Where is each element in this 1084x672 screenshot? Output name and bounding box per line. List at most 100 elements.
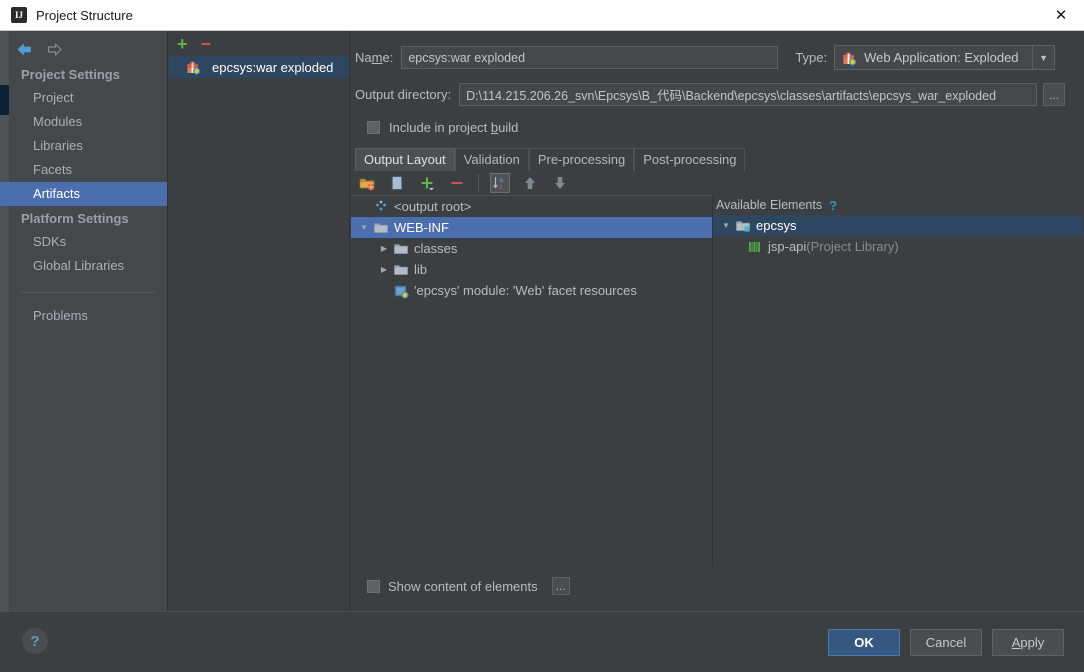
tree-node-web-inf[interactable]: ▼ WEB-INF [351, 217, 712, 238]
navigation-buttons [9, 36, 167, 62]
dialog-footer: ? OK Cancel Apply [0, 611, 1084, 672]
artifact-icon [841, 50, 857, 66]
apply-button[interactable]: Apply [992, 629, 1064, 656]
artifact-list-item[interactable]: epcsys:war exploded [169, 56, 349, 78]
tree-node-lib[interactable]: ▶ lib [351, 259, 712, 280]
show-content-row[interactable]: Show content of elements ... [351, 575, 1084, 597]
sort-alphabetically-icon[interactable]: a z [490, 173, 510, 193]
tab-pre-processing[interactable]: Pre-processing [528, 148, 635, 171]
artifact-type-value: Web Application: Exploded [864, 50, 1019, 65]
sidebar-group-platform-settings: Platform Settings [21, 211, 129, 226]
name-input[interactable] [401, 46, 779, 69]
arrow-forward-icon[interactable] [46, 42, 63, 57]
available-elements-header: Available Elements ? [713, 195, 1083, 215]
artifact-list-panel: + − epcsys:war exploded [169, 31, 350, 611]
settings-sidebar: Project Settings Project Modules Librari… [0, 31, 168, 611]
sidebar-divider [21, 292, 155, 293]
twisty-collapsed-icon[interactable]: ▶ [375, 244, 393, 253]
help-button[interactable]: ? [22, 628, 48, 654]
tab-validation[interactable]: Validation [454, 148, 529, 171]
move-down-icon[interactable] [550, 173, 570, 193]
tree-node-label: epcsys [756, 218, 797, 233]
output-root-icon [373, 199, 389, 215]
help-question-icon[interactable]: ? [829, 198, 837, 213]
show-content-checkbox[interactable] [367, 579, 380, 593]
include-in-build-label: Include in project build [389, 120, 519, 135]
move-up-icon[interactable] [520, 173, 540, 193]
arrow-back-icon[interactable] [16, 42, 33, 57]
add-archive-icon[interactable] [387, 173, 407, 193]
output-directory-label: Output directory: [355, 87, 452, 102]
tree-node-jsp-api-library[interactable]: jsp-api (Project Library) [713, 236, 1083, 257]
detail-tabs: Output Layout Validation Pre-processing … [351, 148, 1084, 171]
tab-output-layout[interactable]: Output Layout [355, 148, 455, 171]
intellij-idea-icon [11, 7, 27, 23]
sidebar-item-facets[interactable]: Facets [9, 158, 167, 182]
output-directory-browse-button[interactable]: ... [1043, 83, 1066, 106]
tab-post-processing[interactable]: Post-processing [634, 148, 746, 171]
name-label: Name: [355, 50, 394, 65]
add-directory-icon[interactable] [357, 173, 377, 193]
available-elements-panel: Available Elements ? ▼ epcsys jsp-api (P… [713, 195, 1083, 566]
module-facet-icon [393, 283, 409, 299]
folder-icon [393, 262, 409, 278]
tree-node-label: jsp-api [768, 239, 807, 254]
sidebar-item-libraries[interactable]: Libraries [9, 134, 167, 158]
title-bar: Project Structure ✕ [0, 0, 1084, 31]
tree-node-label: lib [414, 262, 428, 277]
sidebar-item-artifacts[interactable]: Artifacts [0, 182, 167, 206]
sidebar-item-project[interactable]: Project [9, 86, 167, 110]
tree-node-label: classes [414, 241, 458, 256]
sidebar-group-project-settings: Project Settings [21, 67, 120, 82]
output-layout-toolbar: a z [351, 171, 1084, 195]
folder-icon [393, 241, 409, 257]
dialog-buttons: OK Cancel Apply [828, 629, 1064, 656]
cancel-button[interactable]: Cancel [910, 629, 982, 656]
tree-node-epcsys-module[interactable]: ▼ epcsys [713, 215, 1083, 236]
tree-node-label: <output root> [394, 199, 472, 214]
sidebar-item-global-libraries[interactable]: Global Libraries [9, 254, 167, 278]
available-elements-label: Available Elements [716, 198, 823, 212]
tree-node-module-facet-resources[interactable]: 'epcsys' module: 'Web' facet resources [351, 280, 712, 301]
artifact-icon [185, 59, 201, 75]
folder-icon [373, 220, 389, 236]
plus-icon[interactable] [417, 173, 437, 193]
include-in-build-checkbox[interactable] [367, 121, 380, 134]
artifact-detail-panel: Name: Type: [351, 31, 1084, 611]
tree-node-label: 'epcsys' module: 'Web' facet resources [414, 283, 637, 298]
background-window-highlight [0, 85, 9, 115]
minus-icon[interactable] [447, 173, 467, 193]
sidebar-item-sdks[interactable]: SDKs [9, 230, 167, 254]
twisty-expanded-icon[interactable]: ▼ [717, 221, 735, 230]
close-icon[interactable]: ✕ [1038, 0, 1084, 30]
module-icon [735, 218, 751, 234]
output-directory-row: Output directory: ... [351, 83, 1084, 106]
chevron-down-icon[interactable]: ▼ [1032, 46, 1054, 69]
project-structure-dialog: Project Structure ✕ Project Settings Pro… [0, 0, 1084, 672]
toolbar-divider [478, 175, 479, 191]
include-in-build-row[interactable]: Include in project build [351, 120, 1084, 135]
tree-node-classes[interactable]: ▶ classes [351, 238, 712, 259]
type-label: Type: [795, 50, 828, 65]
output-directory-input[interactable] [459, 83, 1038, 106]
artifact-list-item-label: epcsys:war exploded [212, 59, 334, 75]
artifact-list-toolbar: + − [169, 31, 349, 56]
window-title: Project Structure [36, 7, 133, 23]
library-icon [747, 239, 763, 255]
name-row: Name: Type: [351, 45, 1084, 70]
ok-button[interactable]: OK [828, 629, 900, 656]
show-content-browse-button[interactable]: ... [551, 577, 570, 595]
twisty-expanded-icon[interactable]: ▼ [355, 223, 373, 232]
artifact-type-combobox[interactable]: Web Application: Exploded ▼ [834, 45, 1056, 70]
sidebar-item-problems[interactable]: Problems [9, 304, 167, 328]
output-layout-tree[interactable]: <output root> ▼ WEB-INF ▶ classes ▶ lib … [351, 195, 713, 566]
sidebar-item-modules[interactable]: Modules [9, 110, 167, 134]
twisty-collapsed-icon[interactable]: ▶ [375, 265, 393, 274]
show-content-label: Show content of elements [388, 578, 538, 594]
plus-icon[interactable]: + [177, 35, 188, 53]
tree-node-suffix: (Project Library) [806, 239, 899, 254]
tree-node-output-root[interactable]: <output root> [351, 196, 712, 217]
layout-trees: <output root> ▼ WEB-INF ▶ classes ▶ lib … [351, 195, 1084, 566]
minus-icon[interactable]: − [201, 35, 212, 53]
tree-node-label: WEB-INF [394, 220, 449, 235]
